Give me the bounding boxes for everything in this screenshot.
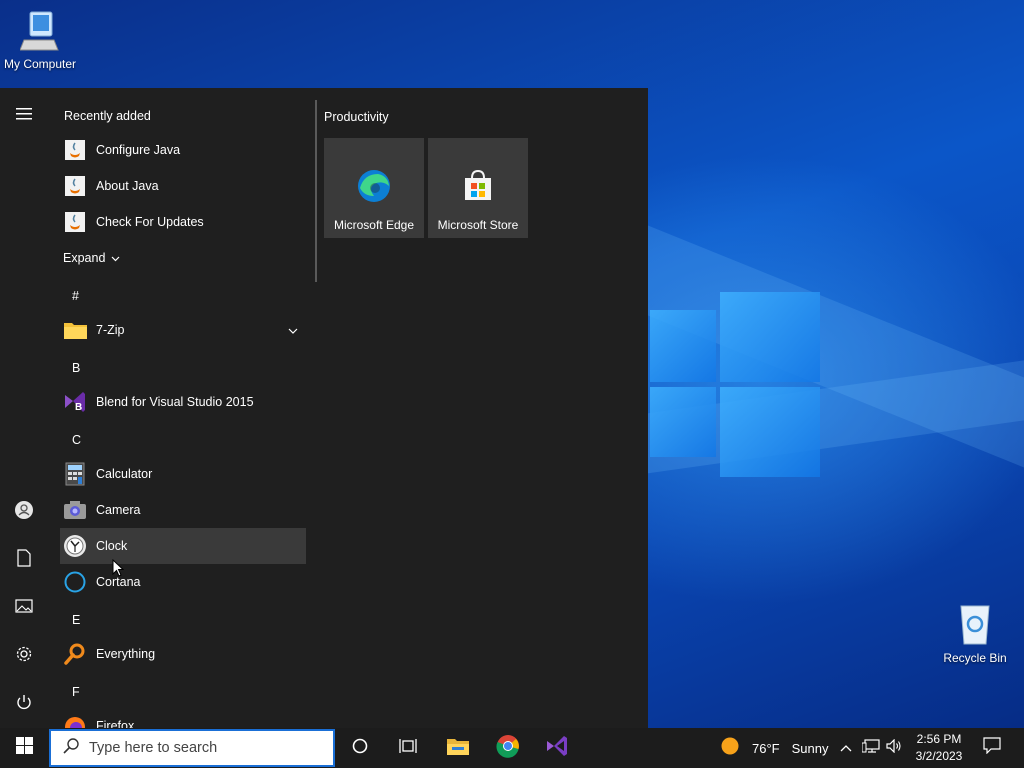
java-icon [63,174,87,198]
pictures-button[interactable] [0,588,48,628]
file-explorer-button[interactable] [438,728,478,768]
calculator-icon [63,462,87,486]
my-computer-label: My Computer [3,57,77,71]
action-center-button[interactable] [978,728,1006,768]
app-everything[interactable]: Everything [60,636,306,672]
visual-studio-icon [545,734,569,763]
group-letter-f[interactable]: F [72,685,80,699]
app-configure-java[interactable]: Configure Java [60,132,306,168]
app-firefox[interactable]: Firefox [60,708,306,728]
chrome-button[interactable] [488,728,528,768]
computer-icon [0,10,80,55]
edge-icon [358,170,390,202]
task-view-button[interactable] [388,728,428,768]
sun-icon [720,736,740,761]
tile-microsoft-store[interactable]: Microsoft Store [428,138,528,238]
cortana-circle-icon [352,738,368,759]
app-camera[interactable]: Camera [60,492,306,528]
svg-text:B: B [75,402,82,413]
cortana-button[interactable] [340,728,380,768]
pictures-icon [15,598,33,618]
chevron-down-icon [111,251,120,265]
app-clock[interactable]: Clock [60,528,306,564]
expand-recent-button[interactable]: Expand [60,240,130,276]
file-explorer-icon [446,736,470,761]
chevron-down-icon[interactable] [288,323,298,337]
start-rail [0,88,48,728]
search-icon [63,737,79,759]
camera-icon [63,498,87,522]
group-letter-b[interactable]: B [72,361,80,375]
app-blend-visual-studio[interactable]: B Blend for Visual Studio 2015 [60,384,306,420]
store-icon [465,169,491,200]
search-input[interactable] [89,740,319,756]
user-icon [14,500,34,525]
taskbar-search-box[interactable] [49,729,335,767]
documents-button[interactable] [0,540,48,580]
java-icon [63,138,87,162]
taskbar: 76°F Sunny 2:56 PM 3/2/2023 [0,728,1024,768]
settings-button[interactable] [0,636,48,676]
tiles-area: Productivity Microsoft Edge Microsoft St… [324,88,644,728]
clock-date: 3/2/2023 [915,749,963,763]
start-menu: Recently added Configure Java About Java… [0,88,648,728]
folder-icon [63,318,87,342]
settings-icon [15,645,33,668]
tiles-group-label: Productivity [324,110,389,124]
recently-added-header: Recently added [64,109,151,123]
recycle-bin-label: Recycle Bin [943,651,1007,665]
group-letter-hash[interactable]: # [72,289,79,303]
app-7-zip[interactable]: 7-Zip [60,312,306,348]
app-about-java[interactable]: About Java [60,168,306,204]
user-account-button[interactable] [0,492,48,532]
app-calculator[interactable]: Calculator [60,456,306,492]
scroll-divider [315,100,317,282]
clock-time: 2:56 PM [916,732,962,746]
blend-icon: B [63,390,87,414]
network-icon [861,738,880,759]
taskbar-clock[interactable]: 2:56 PM 3/2/2023 [906,731,972,765]
everything-icon [63,642,87,666]
clock-icon [63,534,87,558]
group-letter-e[interactable]: E [72,613,80,627]
chrome-icon [496,734,520,763]
hamburger-icon [16,107,32,125]
cortana-icon [63,570,87,594]
documents-icon [17,548,31,572]
start-button[interactable] [0,728,48,768]
volume-button[interactable] [884,728,904,768]
task-view-icon [399,738,417,759]
recycle-bin-icon [935,602,1015,649]
mouse-cursor-icon [112,558,125,582]
network-button[interactable] [860,728,882,768]
firefox-icon [63,714,87,728]
tile-microsoft-edge[interactable]: Microsoft Edge [324,138,424,238]
app-list: Recently added Configure Java About Java… [48,88,314,728]
chevron-up-icon [840,739,852,757]
power-button[interactable] [0,684,48,724]
power-icon [15,693,33,716]
app-cortana[interactable]: Cortana [60,564,306,600]
java-icon [63,210,87,234]
visual-studio-button[interactable] [537,728,577,768]
weather-widget[interactable]: 76°F Sunny [718,728,830,768]
expand-menu-button[interactable] [0,96,48,136]
notification-icon [983,737,1001,759]
windows-logo-icon [15,737,33,759]
group-letter-c[interactable]: C [72,433,81,447]
my-computer-desktop-icon[interactable]: My Computer [0,10,80,71]
app-check-for-updates[interactable]: Check For Updates [60,204,306,240]
speaker-icon [886,738,902,758]
show-hidden-icons-button[interactable] [836,728,856,768]
recycle-bin-desktop-icon[interactable]: Recycle Bin [935,602,1015,665]
